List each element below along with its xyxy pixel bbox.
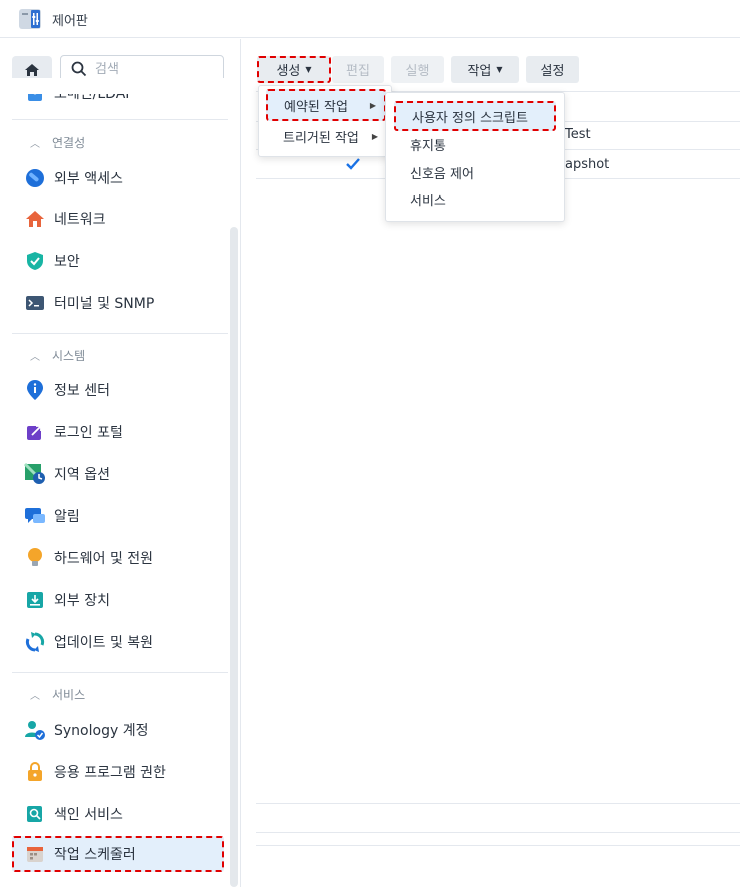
task-scheduler-icon <box>24 843 46 865</box>
sidebar-item-regional-options[interactable]: 지역 옵션 <box>12 456 224 492</box>
action-button[interactable]: 작업 ▼ <box>451 56 519 83</box>
menu-item-service[interactable]: 서비스 <box>394 188 556 210</box>
table-cell-name: Test <box>565 127 591 142</box>
create-menu: 예약된 작업 ▶ 트리거된 작업 ▶ <box>258 85 392 157</box>
control-panel-icon <box>19 9 41 29</box>
login-portal-icon <box>24 421 46 443</box>
sidebar-item-synology-account[interactable]: Synology 계정 <box>12 712 224 748</box>
caret-down-icon: ▼ <box>305 65 312 74</box>
regional-options-icon <box>24 463 46 485</box>
sidebar-item-login-portal[interactable]: 로그인 포털 <box>12 414 224 450</box>
terminal-icon <box>24 292 46 314</box>
sidebar-item-network[interactable]: 네트워크 <box>12 201 224 237</box>
menu-item-triggered-task[interactable]: 트리거된 작업 ▶ <box>266 122 386 150</box>
sidebar-item-task-scheduler[interactable]: 작업 스케줄러 <box>12 836 224 872</box>
app-privileges-icon <box>24 761 46 783</box>
caret-right-icon: ▶ <box>369 100 376 110</box>
sidebar: 도메인/LDAP ︿ 연결성 외부 액세스 네트워크 보안 터미널 및 SNMP… <box>0 39 241 887</box>
edit-button[interactable]: 편집 <box>332 56 384 83</box>
update-restore-icon <box>24 631 46 653</box>
shield-icon <box>24 250 46 272</box>
sidebar-item-external-access[interactable]: 외부 액세스 <box>12 160 224 196</box>
scheduled-task-submenu: 사용자 정의 스크립트 휴지통 신호음 제어 서비스 <box>385 92 565 222</box>
sidebar-item-app-privileges[interactable]: 응용 프로그램 권한 <box>12 754 224 790</box>
network-icon <box>24 208 46 230</box>
task-enabled-checkbox[interactable] <box>345 156 361 172</box>
menu-item-scheduled-task[interactable]: 예약된 작업 ▶ <box>266 89 386 121</box>
title-bar: 제어판 <box>0 0 740 38</box>
sidebar-item-indexing-service[interactable]: 색인 서비스 <box>12 796 224 832</box>
notification-icon <box>24 505 46 527</box>
sidebar-item-notification[interactable]: 알림 <box>12 498 224 534</box>
table-footer-line <box>256 845 740 846</box>
caret-down-icon: ▼ <box>496 65 503 74</box>
synology-account-icon <box>24 719 46 741</box>
table-footer-line <box>256 803 740 804</box>
run-button[interactable]: 실행 <box>391 56 444 83</box>
info-icon <box>24 379 46 401</box>
caret-right-icon: ▶ <box>371 131 378 141</box>
sidebar-item-update-restore[interactable]: 업데이트 및 복원 <box>12 624 224 660</box>
chevron-up-icon: ︿ <box>30 352 40 363</box>
hardware-power-icon <box>24 547 46 569</box>
sidebar-item-security[interactable]: 보안 <box>12 243 224 279</box>
menu-item-recycle-bin[interactable]: 휴지통 <box>394 133 556 155</box>
section-system[interactable]: ︿ 시스템 <box>30 347 85 364</box>
sidebar-scrollbar[interactable] <box>230 227 238 887</box>
section-connectivity[interactable]: ︿ 연결성 <box>30 134 85 151</box>
section-services[interactable]: ︿ 서비스 <box>30 686 85 703</box>
table-footer-line <box>256 832 740 833</box>
external-access-icon <box>24 167 46 189</box>
sidebar-item-external-devices[interactable]: 외부 장치 <box>12 582 224 618</box>
sidebar-item-info-center[interactable]: 정보 센터 <box>12 372 224 408</box>
window-title: 제어판 <box>52 14 88 29</box>
external-device-icon <box>24 589 46 611</box>
sidebar-item-terminal[interactable]: 터미널 및 SNMP <box>12 285 224 321</box>
settings-button[interactable]: 설정 <box>526 56 579 83</box>
indexing-service-icon <box>24 803 46 825</box>
menu-item-beep-control[interactable]: 신호음 제어 <box>394 161 556 183</box>
table-cell-name: apshot <box>565 157 610 172</box>
sidebar-item-hardware-power[interactable]: 하드웨어 및 전원 <box>12 540 224 576</box>
chevron-up-icon: ︿ <box>30 139 40 150</box>
menu-item-user-defined-script[interactable]: 사용자 정의 스크립트 <box>394 101 556 131</box>
chevron-up-icon: ︿ <box>30 691 40 702</box>
create-button[interactable]: 생성 ▼ <box>257 56 331 83</box>
